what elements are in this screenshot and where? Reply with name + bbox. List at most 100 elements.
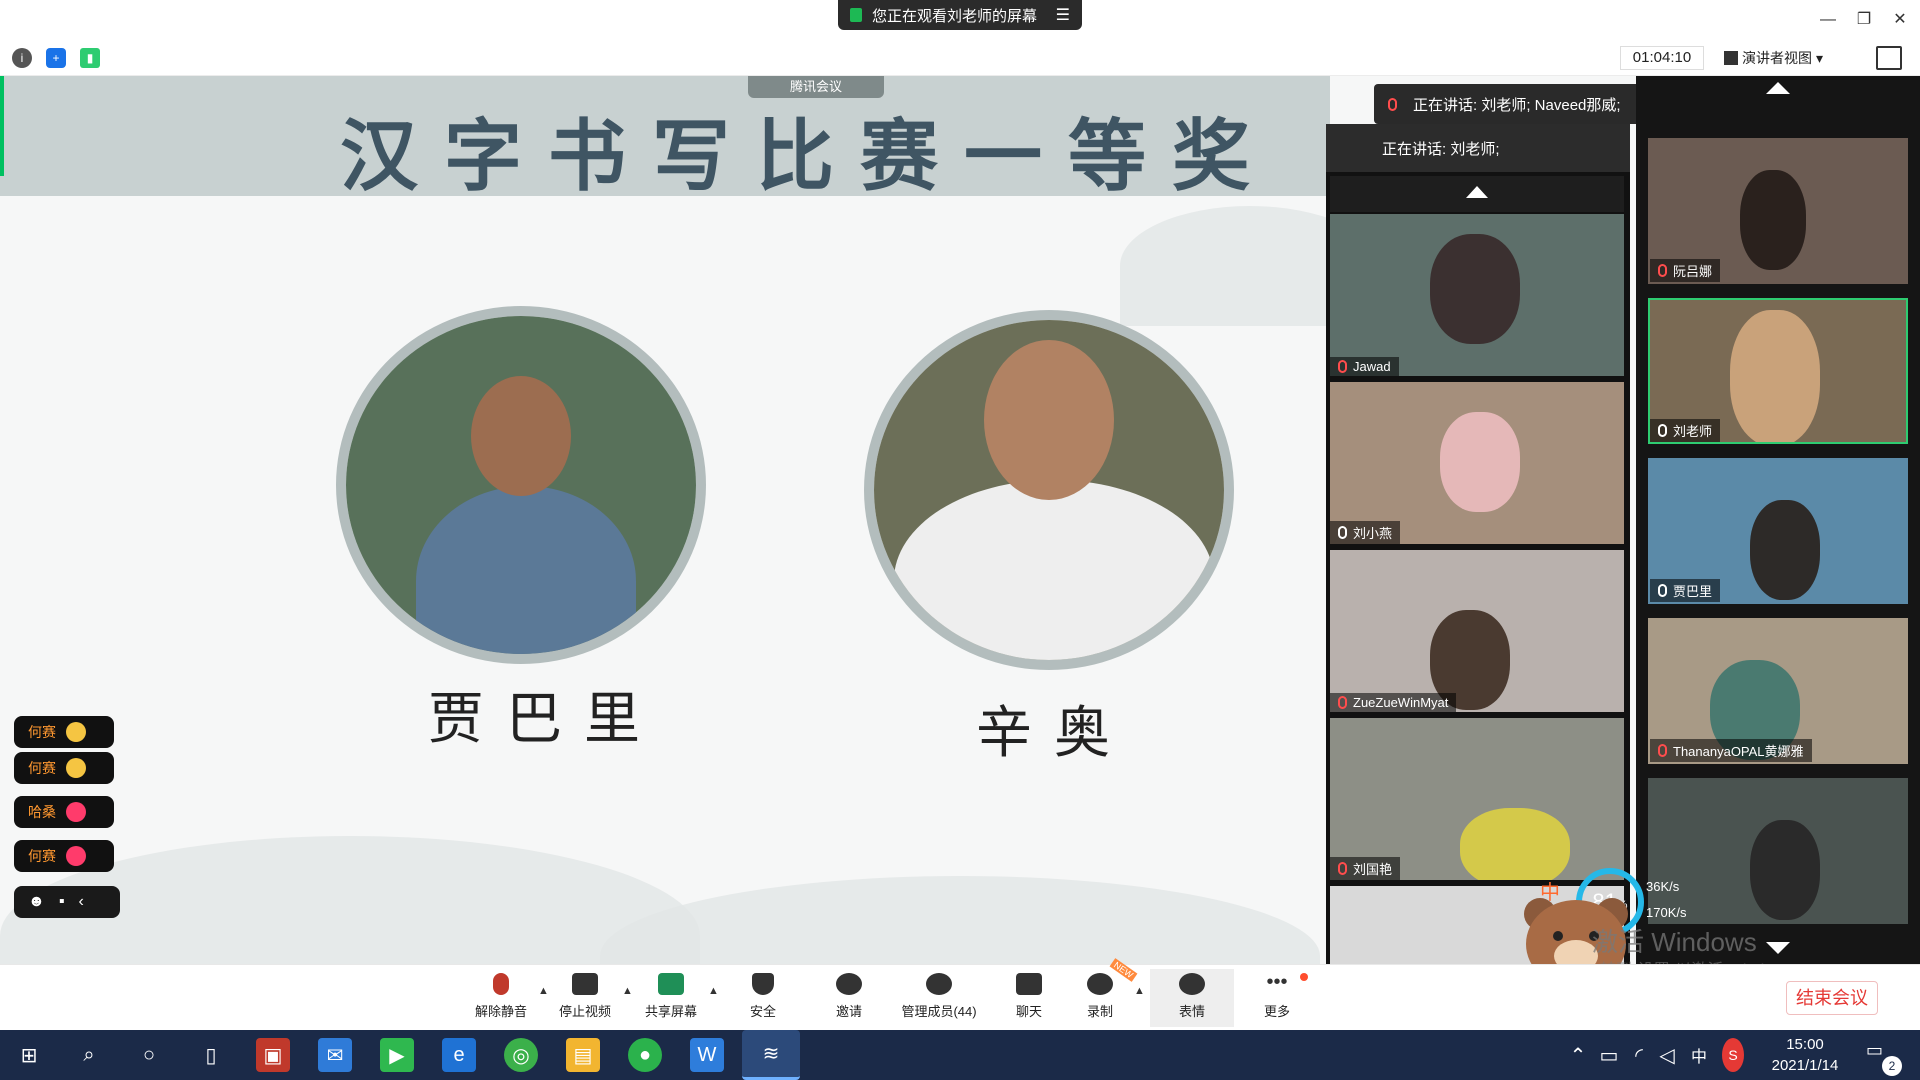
collapse-icon[interactable]: ‹ [79, 893, 84, 911]
signal-icon[interactable]: ▮ [80, 48, 100, 68]
ie-icon[interactable]: e [442, 1038, 476, 1072]
video-tile[interactable]: 刘小燕 [1330, 382, 1624, 544]
tray-expand-icon[interactable]: ⌃ [1568, 1038, 1588, 1072]
speaking-text: 正在讲话: 刘老师; Naveed那威; [1413, 96, 1621, 114]
task-view-icon[interactable]: ▯ [194, 1038, 228, 1072]
winner1-name: 贾巴里 [428, 687, 662, 752]
file-explorer-icon[interactable]: ▤ [566, 1038, 600, 1072]
more-button[interactable]: ••• 更多 [1250, 969, 1308, 1027]
mic-muted-icon [1658, 264, 1667, 277]
windows-activation-watermark: 激活 Windows [1592, 927, 1757, 957]
ime-icon[interactable]: 中 [1688, 1038, 1710, 1072]
flower-icon [66, 846, 86, 866]
chat-icon [1016, 973, 1042, 995]
record-button[interactable]: 录制 NEW [1080, 958, 1138, 1027]
title-bar: 您正在观看刘老师的屏幕 ☰ — ❐ ✕ [0, 0, 1920, 40]
sogou-icon[interactable]: S [1722, 1038, 1744, 1072]
video-tile[interactable]: Jawad [1330, 214, 1624, 376]
video-gallery-panel: 正在讲话: 刘老师; Jawad 刘小燕 ZueZueWinMyat 刘国艳 [1326, 124, 1630, 964]
wifi-icon[interactable]: ◜ [1628, 1038, 1650, 1072]
meeting-bottom-toolbar: 解除静音 ▲ 停止视频 ▲ 共享屏幕 ▲ 安全 邀请 管理成员(44) 聊天 录… [0, 958, 1920, 1030]
tile-name-tag: 刘小燕 [1330, 521, 1401, 544]
ink-mountain [600, 876, 1320, 964]
mic-icon [1658, 424, 1667, 437]
network-speed: 36K/s 170K/s [1646, 874, 1686, 926]
store-icon[interactable]: ▣ [256, 1038, 290, 1072]
reaction-chip: 哈桑 [14, 796, 114, 828]
battery-icon[interactable]: ▭ [1598, 1038, 1620, 1072]
fullscreen-icon[interactable] [1876, 46, 1902, 70]
reaction-chip: 何赛 [14, 752, 114, 784]
shield-icon[interactable]: + [46, 48, 66, 68]
security-button[interactable]: 安全 [736, 969, 790, 1027]
tile-name-tag: Jawad [1330, 357, 1399, 376]
windows-taskbar: ⊞ ⌕ ○ ▯ ▣ ✉ ▶ e ◎ ▤ ● W ≋ ⌃ ▭ ◜ ◁ 中 S 15… [0, 1030, 1920, 1080]
invite-button[interactable]: 邀请 [822, 969, 876, 1027]
cortana-icon[interactable]: ○ [132, 1038, 166, 1072]
clap-icon [66, 758, 86, 778]
wps-icon[interactable]: W [690, 1038, 724, 1072]
reaction-user: 哈桑 [28, 804, 56, 820]
restore-button[interactable]: ❐ [1846, 6, 1882, 34]
manage-members-button[interactable]: 管理成员(44) [890, 969, 988, 1027]
slide-title: 汉字书写比赛一等奖 [340, 111, 1277, 202]
mic-icon [1338, 526, 1347, 539]
meeting-top-toolbar: i + ▮ 01:04:10 演讲者视图 ▾ [0, 40, 1920, 76]
share-options-caret[interactable]: ▲ [708, 985, 719, 997]
chevron-down-icon: ▾ [1816, 49, 1824, 66]
browser-icon[interactable]: ◎ [504, 1038, 538, 1072]
scroll-up-icon[interactable] [1766, 82, 1790, 94]
tile-name-tag: 刘国艳 [1330, 857, 1401, 880]
reactions-button[interactable]: 表情 [1150, 969, 1234, 1027]
video-tile[interactable]: ThananyaOPAL黄娜雅 [1648, 618, 1908, 764]
video-options-caret[interactable]: ▲ [622, 985, 633, 997]
share-screen-icon [658, 973, 684, 995]
clap-icon [66, 722, 86, 742]
emoji-quick-bar: ☻ ▪ ‹ [14, 886, 120, 918]
stop-video-button[interactable]: 停止视频 [552, 969, 618, 1027]
video-tile[interactable]: ZueZueWinMyat [1330, 550, 1624, 712]
share-menu-icon[interactable]: ☰ [1056, 5, 1070, 25]
tencent-meeting-icon[interactable]: ≋ [742, 1030, 800, 1080]
scroll-up-icon[interactable] [1330, 176, 1624, 212]
video-tile[interactable]: 刘老师 [1648, 298, 1908, 444]
wechat-icon[interactable]: ● [628, 1038, 662, 1072]
close-button[interactable]: ✕ [1882, 6, 1918, 34]
scroll-down-icon[interactable] [1766, 942, 1790, 954]
share-screen-button[interactable]: 共享屏幕 [636, 969, 706, 1027]
share-indicator-icon [850, 8, 862, 22]
system-clock[interactable]: 15:00 2021/1/14 [1762, 1034, 1848, 1076]
tile-name-tag: 贾巴里 [1650, 579, 1721, 602]
tile-name-tag: 刘老师 [1650, 419, 1721, 442]
smile-icon[interactable]: ☻ [28, 893, 45, 911]
layout-icon [1724, 51, 1738, 65]
windows-start-icon[interactable]: ⊞ [12, 1038, 46, 1072]
unmute-button[interactable]: 解除静音 [468, 969, 534, 1027]
player-icon[interactable]: ▶ [380, 1038, 414, 1072]
search-icon[interactable]: ⌕ [72, 1038, 106, 1072]
members-icon [926, 973, 952, 995]
video-tile[interactable] [1648, 778, 1908, 924]
chat-bubble-icon[interactable]: ▪ [59, 893, 65, 911]
mail-icon[interactable]: ✉ [318, 1038, 352, 1072]
notification-dot [1300, 973, 1308, 981]
windows-activation-hint: 转到"设置"以激活 Windows。 [1600, 956, 1809, 964]
video-tile[interactable]: 贾巴里 [1648, 458, 1908, 604]
meeting-timer: 01:04:10 [1620, 46, 1704, 70]
record-options-caret[interactable]: ▲ [1134, 985, 1145, 997]
upload-speed: 36K/s [1646, 879, 1680, 894]
minimize-button[interactable]: — [1810, 6, 1846, 34]
unmute-options-caret[interactable]: ▲ [538, 985, 549, 997]
video-tile[interactable]: 刘国艳 [1330, 718, 1624, 880]
winner2-photo [864, 310, 1234, 670]
share-banner-text: 您正在观看刘老师的屏幕 [872, 7, 1038, 25]
camera-icon [572, 973, 598, 995]
chat-button[interactable]: 聊天 [1002, 969, 1056, 1027]
view-mode-dropdown[interactable]: 演讲者视图 ▾ [1724, 46, 1856, 70]
screen-share-banner[interactable]: 您正在观看刘老师的屏幕 ☰ [838, 0, 1082, 30]
video-tile[interactable]: 阮吕娜 [1648, 138, 1908, 284]
end-meeting-button[interactable]: 结束会议 [1786, 981, 1878, 1015]
flower-icon [66, 802, 86, 822]
volume-icon[interactable]: ◁ [1656, 1038, 1678, 1072]
info-icon[interactable]: i [12, 48, 32, 68]
